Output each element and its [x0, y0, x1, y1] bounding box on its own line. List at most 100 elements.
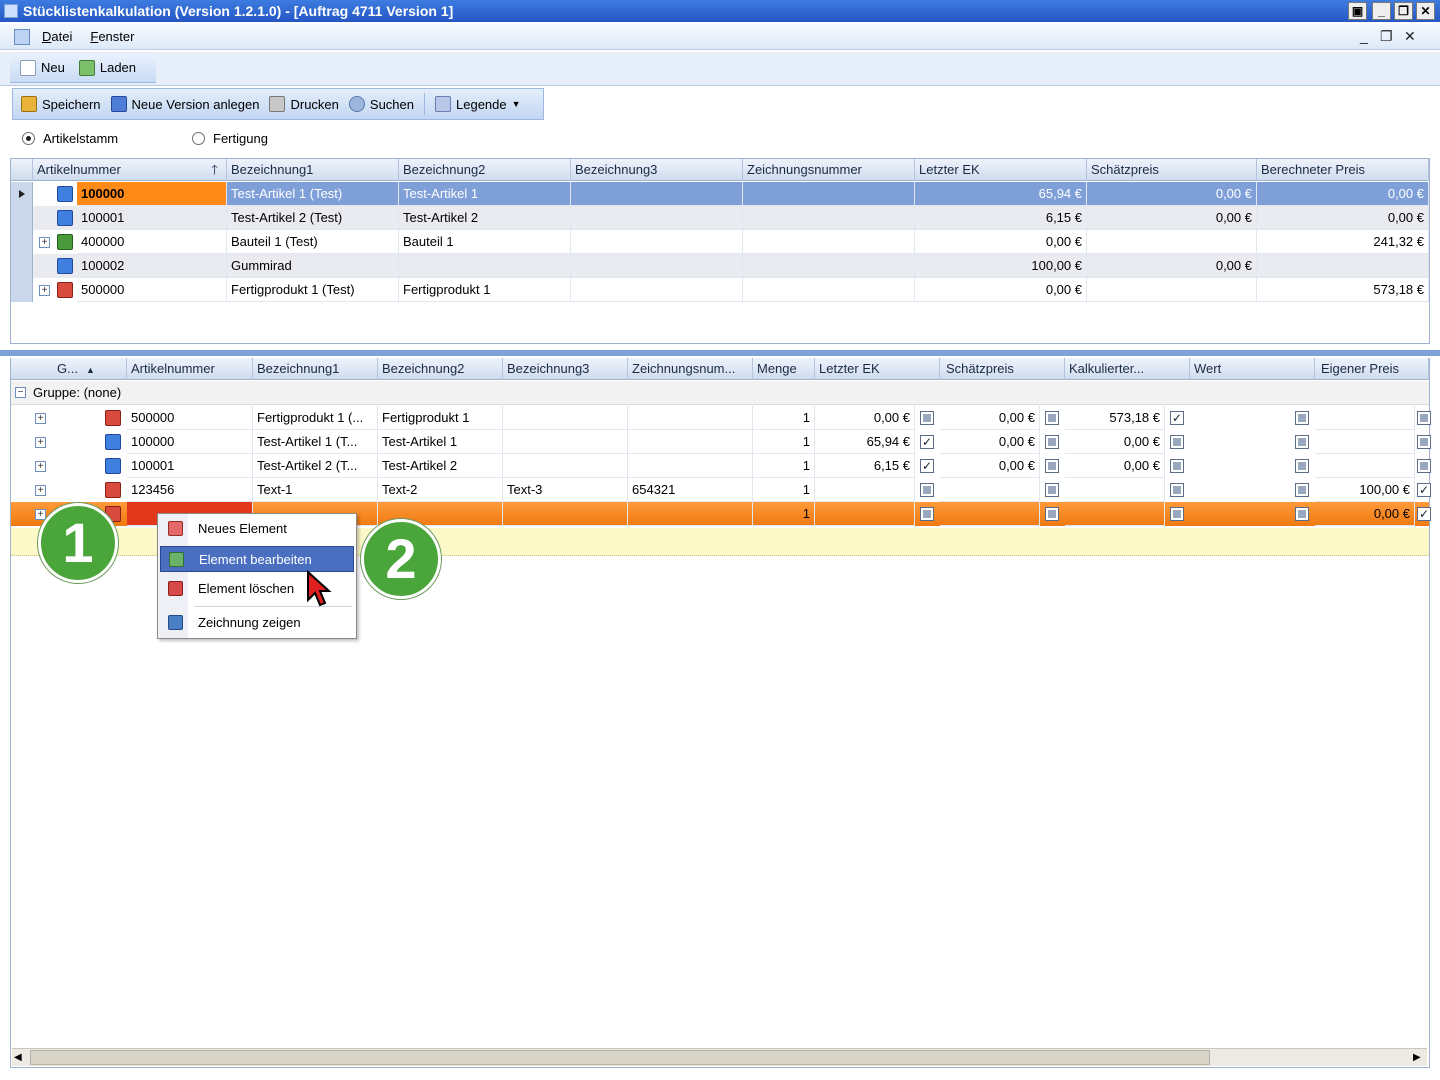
checkbox[interactable]	[1295, 411, 1309, 425]
col-gruppe[interactable]: G... ▲	[11, 358, 127, 380]
legend-dropdown[interactable]: Legende ▼	[435, 96, 521, 112]
cell-zeichnungsnummer[interactable]	[628, 430, 753, 454]
cell-schaetzpreis[interactable]: 0,00 €	[1087, 206, 1257, 230]
cell-bezeichnung3[interactable]	[571, 206, 743, 230]
cell-bezeichnung1[interactable]: Gummirad	[227, 254, 399, 278]
cell-bezeichnung2[interactable]: Text-2	[378, 478, 503, 502]
splitter[interactable]	[0, 350, 1440, 356]
cell-kalkulierter[interactable]: 573,18 €	[1065, 406, 1165, 430]
checkbox[interactable]	[1295, 507, 1309, 521]
minimize-button[interactable]: _	[1372, 2, 1391, 20]
col-bezeichnung2[interactable]: Bezeichnung2	[378, 358, 503, 380]
col-eigener-preis[interactable]: Eigener Preis	[1315, 358, 1429, 380]
cell-schaetzpreis[interactable]: 0,00 €	[940, 406, 1040, 430]
cell-zeichnungsnummer[interactable]	[743, 206, 915, 230]
cell-bezeichnung1[interactable]: Fertigprodukt 1 (...	[253, 406, 378, 430]
search-button[interactable]: Suchen	[348, 96, 414, 112]
table-row[interactable]: +500000 Fertigprodukt 1 (... Fertigprodukt…	[11, 406, 1431, 430]
cell-menge[interactable]: 1	[753, 406, 815, 430]
checkbox[interactable]	[920, 507, 934, 521]
checkbox[interactable]: ✓	[920, 459, 934, 473]
checkbox[interactable]	[1417, 411, 1431, 425]
cell-bezeichnung2[interactable]: Test-Artikel 2	[378, 454, 503, 478]
scrollbar-thumb[interactable]	[30, 1050, 1210, 1065]
radio-artikelstamm[interactable]: Artikelstamm	[22, 131, 118, 146]
col-schaetzpreis[interactable]: Schätzpreis	[1087, 159, 1257, 181]
cell-bezeichnung3[interactable]	[571, 230, 743, 254]
mdi-restore-button[interactable]: ❐	[1380, 28, 1393, 45]
cell-eigener-preis[interactable]: 0,00 €	[1315, 502, 1415, 526]
cell-artikelnummer[interactable]: 100001	[77, 206, 227, 230]
radio-fertigung[interactable]: Fertigung	[192, 131, 268, 146]
cell-bezeichnung3[interactable]	[571, 254, 743, 278]
col-letzter-ek[interactable]: Letzter EK	[915, 159, 1087, 181]
collapse-icon[interactable]: −	[15, 387, 26, 398]
cell-zeichnungsnummer[interactable]: 654321	[628, 478, 753, 502]
col-artikelnummer[interactable]: Artikelnummer 🡑	[33, 159, 227, 181]
col-bezeichnung2[interactable]: Bezeichnung2	[399, 159, 571, 181]
col-schaetzpreis[interactable]: Schätzpreis	[940, 358, 1065, 380]
cell-schaetzpreis[interactable]: 0,00 €	[940, 454, 1040, 478]
row-indicator[interactable]	[11, 182, 33, 206]
expand-icon[interactable]: +	[39, 285, 50, 296]
cell-zeichnungsnummer[interactable]	[743, 278, 915, 302]
cell-menge[interactable]: 1	[753, 502, 815, 526]
col-bezeichnung1[interactable]: Bezeichnung1	[253, 358, 378, 380]
checkbox[interactable]	[1170, 507, 1184, 521]
cell-artikelnummer[interactable]: 100000	[77, 182, 227, 206]
expand-icon[interactable]: +	[35, 509, 46, 520]
cell-eigener-preis[interactable]: 100,00 €	[1315, 478, 1415, 502]
cell-kalkulierter[interactable]	[1065, 502, 1165, 526]
cell-bezeichnung2[interactable]	[399, 254, 571, 278]
checkbox[interactable]	[1045, 507, 1059, 521]
group-row[interactable]: − Gruppe: (none)	[11, 381, 1429, 405]
cell-artikelnummer[interactable]: 500000	[77, 278, 227, 302]
checkbox[interactable]	[1170, 483, 1184, 497]
col-menge[interactable]: Menge	[753, 358, 815, 380]
menu-item-show-drawing[interactable]: Zeichnung zeigen	[160, 610, 354, 636]
cell-artikelnummer[interactable]: 123456	[127, 478, 253, 502]
cell-artikelnummer[interactable]: 100001	[127, 454, 253, 478]
cell-letzter-ek[interactable]: 6,15 €	[915, 206, 1087, 230]
col-artikelnummer[interactable]: Artikelnummer	[127, 358, 253, 380]
load-button[interactable]: Laden	[78, 59, 136, 76]
expand-icon[interactable]: +	[35, 413, 46, 424]
cell-eigener-preis[interactable]	[1315, 406, 1415, 430]
cell-schaetzpreis[interactable]	[1087, 278, 1257, 302]
cell-bezeichnung3[interactable]	[503, 406, 628, 430]
col-bezeichnung1[interactable]: Bezeichnung1	[227, 159, 399, 181]
cell-menge[interactable]: 1	[753, 430, 815, 454]
checkbox[interactable]: ✓	[1417, 483, 1431, 497]
row-indicator[interactable]	[11, 254, 33, 278]
expand-icon[interactable]: +	[35, 437, 46, 448]
table-row[interactable]: 100002 Gummirad 100,00 € 0,00 €	[11, 254, 1429, 278]
cell-zeichnungsnummer[interactable]	[628, 406, 753, 430]
cell-bezeichnung1[interactable]: Test-Artikel 2 (T...	[253, 454, 378, 478]
row-indicator[interactable]	[11, 206, 33, 230]
menu-fenster[interactable]: Fenster	[90, 29, 134, 44]
row-indicator[interactable]	[11, 230, 33, 254]
checkbox[interactable]	[1045, 459, 1059, 473]
checkbox[interactable]: ✓	[1417, 507, 1431, 521]
cell-bezeichnung2[interactable]: Bauteil 1	[399, 230, 571, 254]
cell-bezeichnung3[interactable]	[503, 430, 628, 454]
cell-kalkulierter[interactable]	[1065, 478, 1165, 502]
cell-letzter-ek[interactable]: 0,00 €	[815, 406, 915, 430]
col-kalkulierter[interactable]: Kalkulierter...	[1065, 358, 1190, 380]
cell-bezeichnung3[interactable]	[571, 182, 743, 206]
cell-zeichnungsnummer[interactable]	[628, 454, 753, 478]
checkbox[interactable]	[920, 483, 934, 497]
cell-schaetzpreis[interactable]: 0,00 €	[1087, 182, 1257, 206]
radio-dot[interactable]	[192, 132, 205, 145]
cell-bezeichnung3[interactable]	[503, 454, 628, 478]
col-bezeichnung3[interactable]: Bezeichnung3	[571, 159, 743, 181]
col-letzter-ek[interactable]: Letzter EK	[815, 358, 940, 380]
cell-letzter-ek[interactable]: 65,94 €	[915, 182, 1087, 206]
cell-zeichnungsnummer[interactable]	[743, 254, 915, 278]
cell-letzter-ek[interactable]: 0,00 €	[915, 278, 1087, 302]
cell-letzter-ek[interactable]	[815, 478, 915, 502]
cell-berechneter-preis[interactable]: 241,32 €	[1257, 230, 1429, 254]
cell-schaetzpreis[interactable]	[940, 502, 1040, 526]
col-wert[interactable]: Wert	[1190, 358, 1315, 380]
cell-zeichnungsnummer[interactable]	[743, 182, 915, 206]
